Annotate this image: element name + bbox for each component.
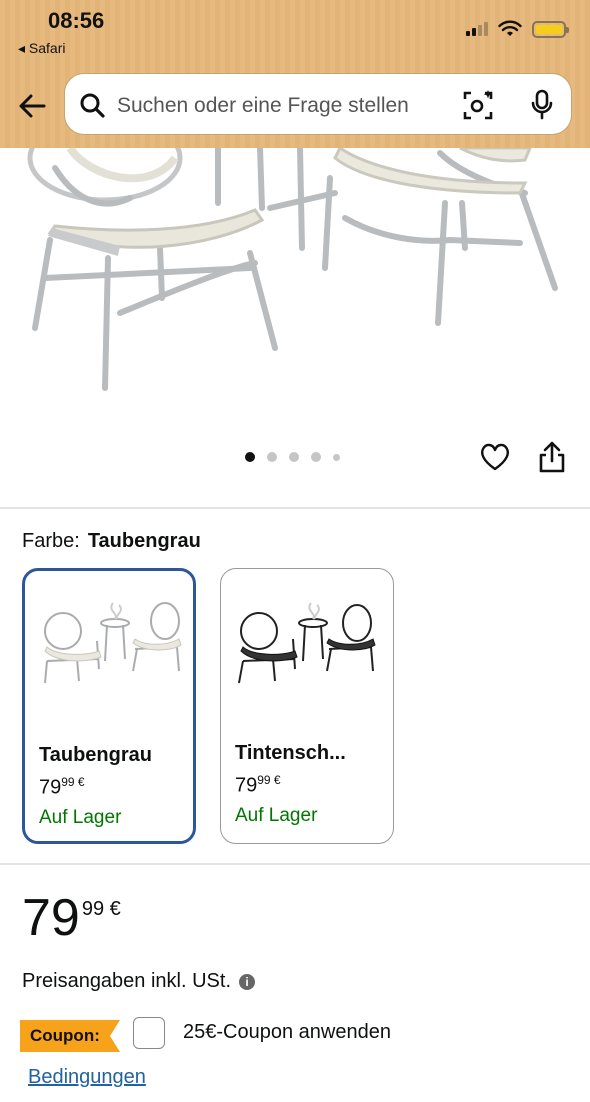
status-time: 08:56 bbox=[48, 8, 105, 33]
pagination-dot[interactable] bbox=[267, 452, 277, 462]
wifi-icon bbox=[498, 20, 522, 36]
section-divider bbox=[0, 863, 590, 865]
search-placeholder: Suchen oder eine Frage stellen bbox=[117, 94, 409, 117]
battery-icon bbox=[532, 20, 569, 38]
option-price: 7999 € bbox=[235, 773, 281, 798]
coupon-badge: Coupon: bbox=[20, 1020, 120, 1052]
patio-set-image bbox=[27, 148, 558, 391]
tax-note-text: Preisangaben inkl. USt. bbox=[22, 970, 232, 992]
selected-color-name: Taubengrau bbox=[87, 530, 201, 552]
option-stock: Auf Lager bbox=[39, 807, 122, 828]
back-to-safari[interactable]: ◂ Safari bbox=[18, 40, 66, 57]
coupon-checkbox[interactable] bbox=[133, 1017, 165, 1049]
price-fraction: 99 € bbox=[81, 898, 121, 920]
search-input[interactable]: Suchen oder eine Frage stellen bbox=[64, 73, 572, 135]
image-pagination[interactable] bbox=[245, 452, 340, 462]
conditions-link[interactable]: Bedingungen bbox=[28, 1066, 146, 1089]
pagination-dot[interactable] bbox=[289, 452, 299, 462]
color-option-tintenschwarz[interactable]: Tintensch... 7999 € Auf Lager bbox=[220, 568, 394, 844]
heart-icon[interactable] bbox=[478, 440, 512, 474]
search-icon bbox=[80, 93, 105, 118]
cellular-signal-icon bbox=[466, 22, 488, 36]
share-icon[interactable] bbox=[537, 440, 567, 474]
option-name: Tintensch... bbox=[235, 742, 346, 764]
coupon-label[interactable]: 25€-Coupon anwenden bbox=[183, 1021, 391, 1044]
option-price-fraction: 99 € bbox=[257, 773, 281, 787]
browser-header: 08:56 ◂ Safari Suchen oder eine Frage st… bbox=[0, 0, 590, 148]
option-price-main: 79 bbox=[39, 776, 62, 799]
pagination-dot[interactable] bbox=[333, 453, 340, 461]
info-icon[interactable]: i bbox=[239, 973, 256, 990]
back-arrow-icon[interactable] bbox=[14, 88, 50, 124]
option-price-main: 79 bbox=[235, 774, 258, 797]
status-icons bbox=[466, 20, 569, 38]
section-divider bbox=[0, 507, 590, 509]
pagination-dot[interactable] bbox=[245, 452, 255, 462]
camera-search-icon[interactable] bbox=[461, 88, 495, 122]
product-price: 79 99 € bbox=[22, 888, 121, 948]
pagination-dot[interactable] bbox=[311, 452, 321, 462]
option-price-fraction: 99 € bbox=[61, 775, 85, 789]
option-stock: Auf Lager bbox=[235, 805, 318, 826]
microphone-icon[interactable] bbox=[529, 88, 555, 122]
thumbnail-grey-set bbox=[44, 602, 182, 684]
option-price: 7999 € bbox=[39, 775, 85, 800]
option-name: Taubengrau bbox=[39, 744, 152, 766]
color-label: Farbe: bbox=[22, 530, 80, 552]
color-option-taubengrau[interactable]: Taubengrau 7999 € Auf Lager bbox=[22, 568, 196, 844]
thumbnail-black-set bbox=[238, 602, 376, 684]
color-heading: Farbe: Taubengrau bbox=[22, 530, 201, 553]
price-main: 79 bbox=[22, 889, 80, 947]
tax-note: Preisangaben inkl. USt. i bbox=[22, 970, 256, 993]
